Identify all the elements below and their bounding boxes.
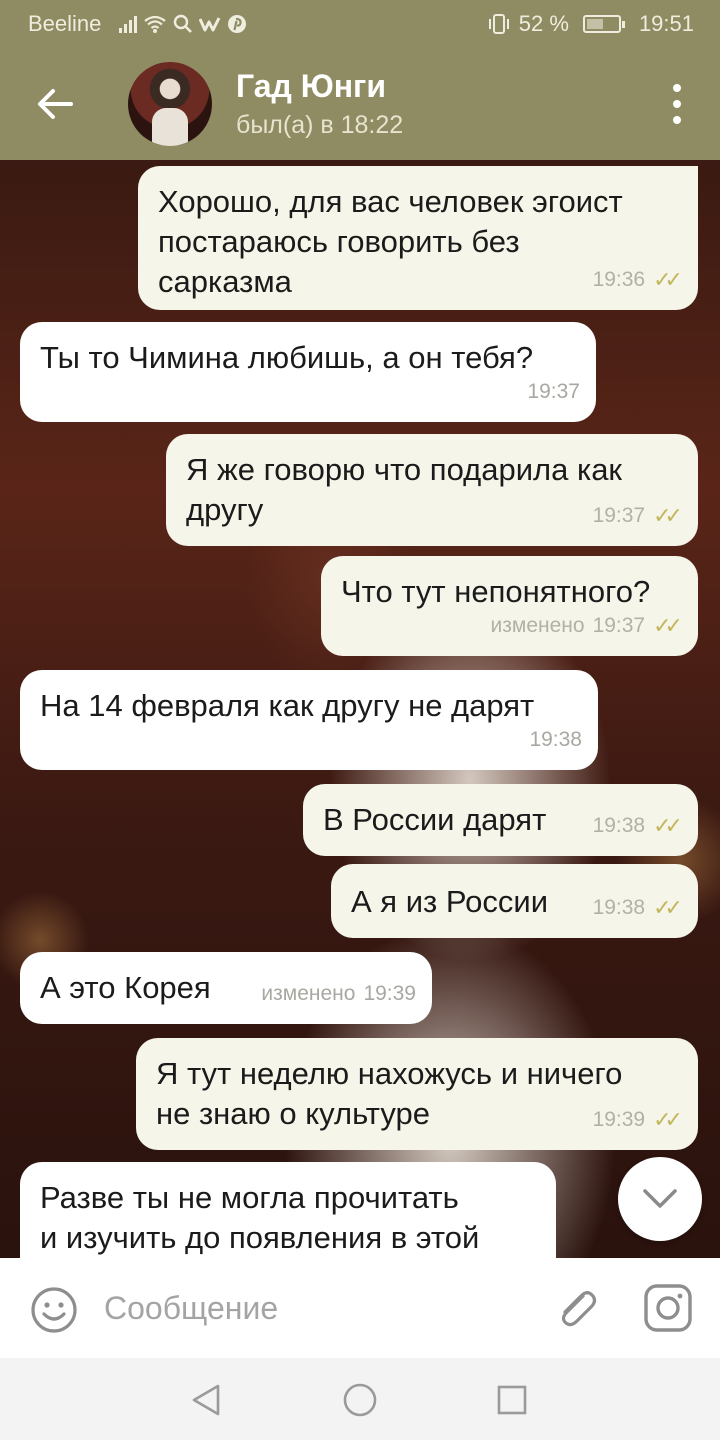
back-button[interactable]	[0, 48, 110, 160]
message-meta: 19:37	[527, 372, 580, 412]
read-check-icon: ✓✓	[653, 503, 683, 528]
vk-icon	[199, 17, 221, 32]
message-bubble-outgoing[interactable]: В России дарят 19:38 ✓✓	[303, 784, 698, 856]
message-time: 19:37	[592, 614, 646, 637]
message-time: 19:37	[592, 504, 646, 527]
emoji-button[interactable]	[30, 1286, 78, 1334]
more-menu-button[interactable]	[662, 84, 692, 124]
message-time: 19:38	[592, 814, 646, 837]
contact-name: Гад Юнги	[236, 68, 387, 104]
message-edited: изменено	[490, 614, 585, 637]
message-meta: 19:39 ✓✓	[592, 1100, 683, 1140]
message-bubble-incoming[interactable]: На 14 февраля как другу не дарят 19:38	[20, 670, 598, 770]
vibrate-icon	[488, 14, 509, 34]
triangle-back-icon	[192, 1384, 220, 1416]
message-bubble-outgoing[interactable]: Что тут непонятного? изменено 19:37 ✓✓	[321, 556, 698, 656]
message-bubble-outgoing[interactable]: Я же говорю что подарила как другу 19:37…	[166, 434, 698, 546]
nav-home-button[interactable]	[340, 1380, 380, 1420]
message-meta: 19:38	[529, 720, 582, 760]
message-text: Разве ты не могла прочитать и изучить до…	[40, 1180, 480, 1255]
smiley-icon	[31, 1287, 77, 1333]
attach-button[interactable]	[552, 1284, 600, 1332]
message-time: 19:39	[592, 1108, 646, 1131]
message-bubble-outgoing[interactable]: Хорошо, для вас человек эгоист постараюс…	[138, 166, 698, 310]
chat-area[interactable]: Хорошо, для вас человек эгоист постараюс…	[0, 160, 720, 1258]
nav-recents-button[interactable]	[492, 1380, 532, 1420]
paperclip-icon	[561, 1291, 597, 1327]
message-edited: изменено	[261, 982, 356, 1005]
pinterest-icon	[228, 15, 247, 33]
read-check-icon: ✓✓	[653, 613, 683, 638]
read-check-icon: ✓✓	[653, 267, 683, 292]
avatar[interactable]	[128, 62, 212, 146]
contact-last-seen: был(а) в 18:22	[236, 111, 404, 139]
message-text: Ты то Чимина любишь, а он тебя?	[40, 340, 534, 375]
message-meta: изменено 19:37 ✓✓	[490, 606, 683, 646]
search-icon	[174, 14, 193, 33]
message-meta: изменено 19:39	[261, 974, 416, 1014]
system-nav-bar	[0, 1358, 720, 1440]
message-time: 19:38	[529, 728, 582, 751]
status-bar-right: 52 % 19:51	[487, 11, 694, 37]
clock: 19:51	[638, 11, 694, 36]
chevron-down-icon	[643, 1189, 677, 1208]
status-bar: Beeline 52 % 19:51	[0, 0, 720, 48]
circle-home-icon	[343, 1383, 377, 1417]
read-check-icon: ✓✓	[653, 1107, 683, 1132]
status-icons	[119, 14, 247, 34]
camera-icon	[644, 1284, 692, 1332]
message-time: 19:39	[363, 982, 416, 1005]
message-bubble-incoming[interactable]: А это Корея изменено 19:39	[20, 952, 432, 1024]
message-bubble-incoming[interactable]: Разве ты не могла прочитать и изучить до…	[20, 1162, 556, 1258]
more-vert-icon	[673, 84, 681, 92]
wifi-icon	[144, 15, 167, 33]
message-bubble-outgoing[interactable]: А я из России 19:38 ✓✓	[331, 864, 698, 938]
battery-icon	[582, 15, 625, 33]
message-bubble-incoming[interactable]: Ты то Чимина любишь, а он тебя? 19:37	[20, 322, 596, 422]
battery-percent: 52 %	[518, 11, 569, 36]
square-recents-icon	[497, 1385, 527, 1415]
status-bar-left: Beeline	[28, 11, 247, 37]
message-time: 19:38	[592, 896, 646, 919]
signal-icon	[119, 15, 138, 33]
message-meta: 19:38 ✓✓	[592, 888, 683, 928]
contact-info[interactable]: Гад Юнги был(а) в 18:22	[236, 68, 403, 140]
message-time: 19:37	[527, 380, 580, 403]
message-text: На 14 февраля как другу не дарят	[40, 688, 535, 723]
message-composer	[0, 1258, 720, 1358]
message-meta: 19:38 ✓✓	[592, 806, 683, 846]
scroll-down-button[interactable]	[618, 1157, 702, 1241]
message-meta: 19:36 ✓✓	[585, 260, 683, 300]
message-bubble-outgoing[interactable]: Я тут неделю нахожусь и ничего не знаю о…	[136, 1038, 698, 1150]
read-check-icon: ✓✓	[653, 813, 683, 838]
message-input[interactable]	[104, 1282, 524, 1334]
back-arrow-icon	[38, 89, 73, 119]
carrier-name: Beeline	[28, 11, 102, 36]
camera-button[interactable]	[642, 1282, 694, 1334]
chat-header: Гад Юнги был(а) в 18:22	[0, 48, 720, 160]
message-meta: 19:37 ✓✓	[592, 496, 683, 536]
read-check-icon: ✓✓	[653, 895, 683, 920]
message-time: 19:36	[592, 268, 646, 291]
nav-back-button[interactable]	[186, 1380, 226, 1420]
battery-fill	[586, 19, 603, 29]
